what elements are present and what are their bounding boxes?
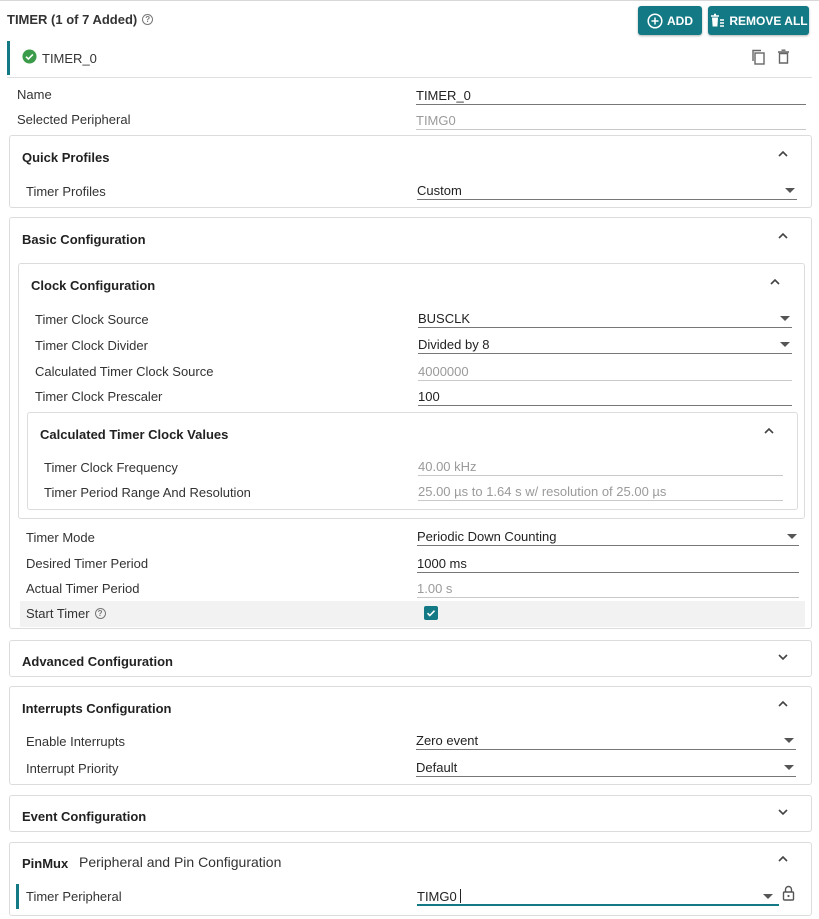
actual-timer-period-label: Actual Timer Period bbox=[26, 581, 140, 596]
plus-circle-icon bbox=[647, 12, 663, 29]
help-icon[interactable]: ? bbox=[94, 608, 106, 619]
timer-clock-frequency-label: Timer Clock Frequency bbox=[44, 460, 178, 475]
instance-name: TIMER_0 bbox=[42, 50, 97, 66]
timer-mode-select[interactable]: Periodic Down Counting bbox=[417, 527, 799, 546]
name-input[interactable]: TIMER_0 bbox=[416, 86, 806, 105]
name-label: Name bbox=[17, 87, 52, 102]
start-timer-label-text: Start Timer bbox=[26, 606, 90, 621]
remove-all-button-label: REMOVE ALL bbox=[729, 13, 808, 28]
text-cursor bbox=[460, 889, 462, 903]
interrupt-priority-label: Interrupt Priority bbox=[26, 761, 119, 776]
timer-mode-label: Timer Mode bbox=[26, 530, 95, 545]
basic-configuration-title: Basic Configuration bbox=[22, 232, 146, 247]
instance-row[interactable]: TIMER_0 bbox=[7, 41, 812, 75]
pinmux-tag: PinMux bbox=[22, 856, 69, 871]
start-timer-label: Start Timer ? bbox=[26, 606, 106, 621]
desired-timer-period-label: Desired Timer Period bbox=[26, 556, 149, 571]
timer-profiles-label: Timer Profiles bbox=[26, 184, 106, 199]
selected-peripheral-label: Selected Peripheral bbox=[17, 112, 131, 127]
timer-clock-source-select[interactable]: BUSCLK bbox=[418, 309, 792, 328]
event-configuration-title: Event Configuration bbox=[22, 809, 147, 824]
timer-clock-divider-value: Divided by 8 bbox=[418, 337, 490, 352]
timer-clock-divider-select[interactable]: Divided by 8 bbox=[418, 335, 792, 354]
quick-profiles-title: Quick Profiles bbox=[22, 150, 110, 165]
selected-peripheral-value: TIMG0 bbox=[416, 111, 806, 130]
timer-peripheral-value: TIMG0 bbox=[417, 889, 457, 904]
top-border bbox=[0, 0, 819, 1]
interrupts-configuration-title: Interrupts Configuration bbox=[22, 701, 172, 716]
trash-list-icon bbox=[709, 13, 725, 29]
interrupt-priority-select[interactable]: Default bbox=[416, 758, 796, 777]
divider bbox=[7, 77, 812, 78]
calculated-clock-values-title: Calculated Timer Clock Values bbox=[40, 427, 229, 442]
timer-clock-frequency-value: 40.00 kHz bbox=[418, 457, 783, 476]
trash-icon[interactable] bbox=[777, 49, 790, 67]
calculated-timer-clock-source-label: Calculated Timer Clock Source bbox=[35, 364, 214, 379]
timer-peripheral-select[interactable]: TIMG0 bbox=[417, 887, 779, 906]
copy-icon[interactable] bbox=[751, 49, 766, 68]
chevron-up-icon[interactable] bbox=[776, 229, 790, 243]
active-row-indicator bbox=[16, 884, 19, 909]
page-title-text: TIMER (1 of 7 Added) bbox=[7, 12, 138, 27]
caret-down-icon bbox=[780, 342, 790, 347]
enable-interrupts-label: Enable Interrupts bbox=[26, 734, 126, 749]
caret-down-icon bbox=[780, 316, 790, 321]
start-timer-checkbox[interactable] bbox=[424, 606, 438, 620]
interrupt-priority-value: Default bbox=[416, 760, 458, 775]
timer-mode-value: Periodic Down Counting bbox=[417, 529, 557, 544]
check-circle-icon bbox=[22, 49, 37, 67]
chevron-up-icon[interactable] bbox=[776, 147, 790, 161]
chevron-down-icon[interactable] bbox=[776, 650, 790, 664]
add-button-label: ADD bbox=[667, 13, 693, 28]
help-icon[interactable]: ? bbox=[142, 14, 154, 25]
timer-profiles-value: Custom bbox=[417, 183, 462, 198]
caret-down-icon bbox=[763, 894, 773, 899]
enable-interrupts-value: Zero event bbox=[416, 733, 479, 748]
chevron-up-icon[interactable] bbox=[776, 697, 790, 711]
chevron-down-icon[interactable] bbox=[776, 805, 790, 819]
checkmark-icon bbox=[426, 610, 436, 617]
pinmux-title: Peripheral and Pin Configuration bbox=[79, 854, 282, 870]
timer-period-range-label: Timer Period Range And Resolution bbox=[44, 485, 251, 500]
calculated-timer-clock-source-value: 4000000 bbox=[418, 362, 792, 381]
chevron-up-icon[interactable] bbox=[776, 852, 790, 866]
caret-down-icon bbox=[784, 738, 794, 743]
lock-icon[interactable] bbox=[782, 885, 795, 904]
start-timer-row bbox=[20, 601, 805, 627]
add-button[interactable]: ADD bbox=[638, 6, 702, 35]
caret-down-icon bbox=[784, 765, 794, 770]
timer-profiles-select[interactable]: Custom bbox=[417, 181, 797, 200]
timer-clock-divider-label: Timer Clock Divider bbox=[35, 338, 148, 353]
timer-clock-source-label: Timer Clock Source bbox=[35, 312, 149, 327]
page-title: TIMER (1 of 7 Added) ? bbox=[7, 12, 154, 27]
timer-clock-prescaler-input[interactable]: 100 bbox=[418, 387, 792, 406]
clock-configuration-title: Clock Configuration bbox=[31, 278, 156, 293]
caret-down-icon bbox=[787, 534, 797, 539]
timer-period-range-value: 25.00 µs to 1.64 s w/ resolution of 25.0… bbox=[418, 482, 783, 501]
advanced-configuration-title: Advanced Configuration bbox=[22, 654, 173, 669]
enable-interrupts-select[interactable]: Zero event bbox=[416, 731, 796, 750]
chevron-up-icon[interactable] bbox=[768, 275, 782, 289]
caret-down-icon bbox=[785, 188, 795, 193]
timer-peripheral-label: Timer Peripheral bbox=[26, 889, 122, 904]
chevron-up-icon[interactable] bbox=[762, 424, 776, 438]
timer-clock-prescaler-label: Timer Clock Prescaler bbox=[35, 389, 163, 404]
actual-timer-period-value: 1.00 s bbox=[417, 579, 799, 598]
timer-clock-source-value: BUSCLK bbox=[418, 311, 471, 326]
desired-timer-period-input[interactable]: 1000 ms bbox=[417, 554, 799, 573]
remove-all-button[interactable]: REMOVE ALL bbox=[708, 6, 809, 35]
